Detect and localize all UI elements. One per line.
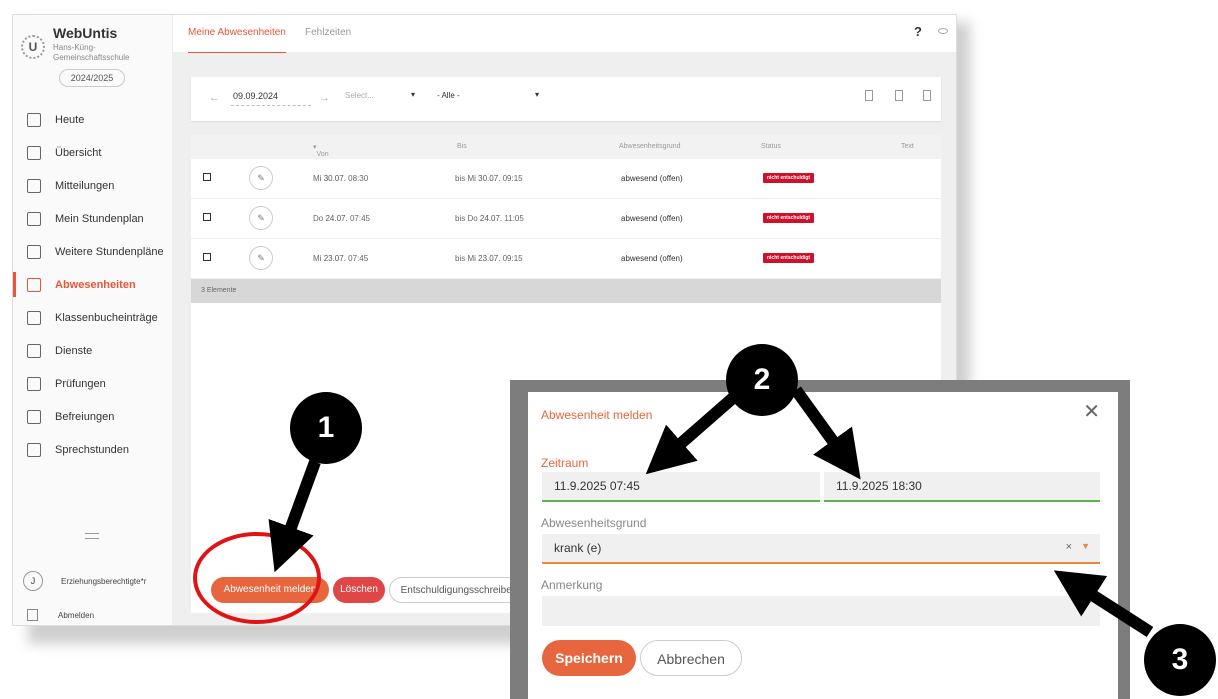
arrow-1	[268, 459, 321, 573]
screenshot-stage: U WebUntis Hans-Küng-Gemeinschaftsschule…	[0, 0, 1218, 699]
callout-3: 3	[1144, 624, 1216, 696]
arrow-2b	[791, 386, 861, 480]
callout-2: 2	[726, 344, 798, 416]
arrow-3	[1053, 570, 1154, 638]
arrow-2a	[645, 385, 746, 475]
callout-1: 1	[290, 392, 362, 464]
annotation-arrows	[268, 385, 1154, 638]
